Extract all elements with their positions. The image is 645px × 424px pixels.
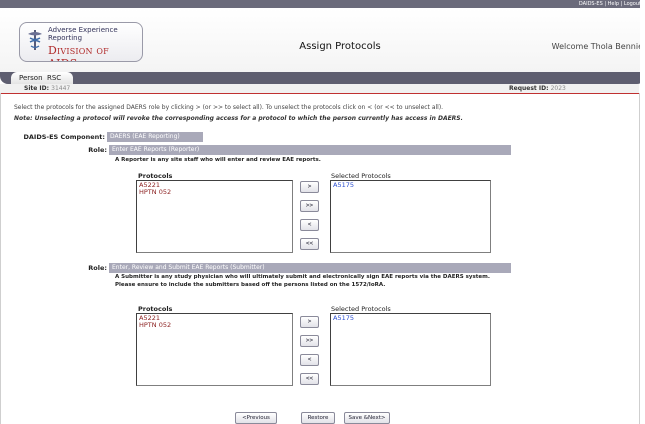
role-2-description: A Submitter is any study physician who w… <box>115 274 490 288</box>
list-item[interactable]: HPTN 052 <box>139 322 290 329</box>
request-id: Request ID: 2023 <box>509 85 566 92</box>
previous-button[interactable]: <Previous <box>235 412 277 424</box>
site-bar: Site ID: 31447 Request ID: 2023 <box>0 84 639 94</box>
note: Note: Unselecting a protocol will revoke… <box>14 115 463 122</box>
tab-person-rsc[interactable]: Person RSC <box>11 72 74 84</box>
role-1-add-button[interactable]: > <box>300 181 319 193</box>
welcome-text: Welcome Thola Bennie <box>551 42 643 51</box>
instructions: Select the protocols for the assigned DA… <box>14 104 444 111</box>
list-item[interactable]: A5175 <box>333 182 488 189</box>
logo-line-2: Reporting <box>48 34 83 42</box>
role-1-remove-button[interactable]: < <box>300 219 319 231</box>
page-title: Assign Protocols <box>299 41 381 52</box>
content-frame-left <box>0 93 1 424</box>
role-2-protocols-list[interactable]: A5221 HPTN 052 <box>136 313 293 386</box>
component-value: DAERS (EAE Reporting) <box>107 132 203 142</box>
role-2-value: Enter, Review and Submit EAE Reports (Su… <box>109 263 511 273</box>
app-header: Adverse Experience Reporting Division of… <box>0 8 645 72</box>
list-item[interactable]: HPTN 052 <box>139 189 290 196</box>
role-2-remove-button[interactable]: < <box>300 354 319 366</box>
site-id: Site ID: 31447 <box>24 85 71 92</box>
role-1-remove-all-button[interactable]: << <box>300 238 319 250</box>
logo-line-3: Division of AIDS <box>48 44 109 61</box>
role-2-add-all-button[interactable]: >> <box>300 335 319 347</box>
role-1-value: Enter EAE Reports (Reporter) <box>109 145 511 155</box>
role-2-add-button[interactable]: > <box>300 316 319 328</box>
tab-bar <box>0 72 645 84</box>
top-links[interactable]: DAIDS-ES | Help | Logout <box>579 0 641 8</box>
role-1-selected-list[interactable]: A5175 <box>330 180 491 253</box>
role-1-protocols-header: Protocols <box>138 172 173 180</box>
restore-button[interactable]: Restore <box>301 412 335 424</box>
role-2-selected-list[interactable]: A5175 <box>330 313 491 386</box>
role-1-protocols-list[interactable]: A5221 HPTN 052 <box>136 180 293 253</box>
page-edge <box>640 0 645 424</box>
role-1-description: A Reporter is any site staff who will en… <box>115 157 321 163</box>
role-2-remove-all-button[interactable]: << <box>300 373 319 385</box>
caduceus-icon <box>28 30 42 50</box>
component-label: DAIDS-ES Component: <box>23 133 105 141</box>
role-2-label: Role: <box>88 264 107 272</box>
logo-line-1: Adverse Experience <box>48 26 118 34</box>
daids-logo: Adverse Experience Reporting Division of… <box>19 22 143 62</box>
role-1-label: Role: <box>88 146 107 154</box>
role-2-protocols-header: Protocols <box>138 305 173 313</box>
role-1-selected-header: Selected Protocols <box>331 172 391 180</box>
top-bar <box>0 0 645 8</box>
list-item[interactable]: A5175 <box>333 315 488 322</box>
role-1-add-all-button[interactable]: >> <box>300 200 319 212</box>
role-2-selected-header: Selected Protocols <box>331 305 391 313</box>
save-next-button[interactable]: Save &Next> <box>344 412 390 424</box>
